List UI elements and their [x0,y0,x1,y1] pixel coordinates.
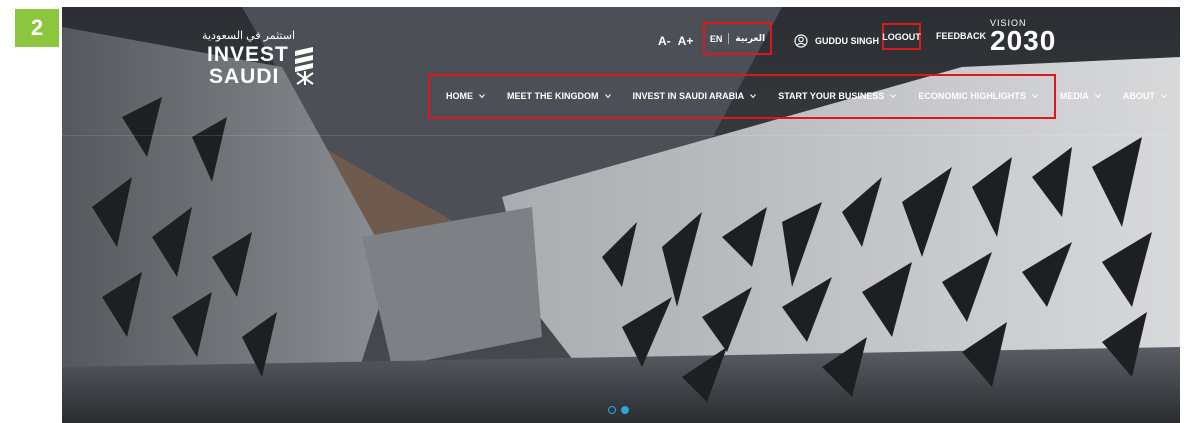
nav-item-economic-highlights[interactable]: ECONOMIC HIGHLIGHTS [918,91,1038,101]
chevron-down-icon [1160,94,1167,99]
nav-item-about[interactable]: ABOUT [1123,91,1167,101]
chevron-down-icon [890,94,897,99]
user-account[interactable]: GUDDU SINGH [794,31,879,51]
language-ar-button[interactable]: العربية [735,33,765,44]
invest-saudi-logo[interactable]: استثمر في السعودية INVEST SAUDI [202,29,317,99]
feedback-link[interactable]: FEEDBACK [936,31,986,51]
nav-item-home[interactable]: HOME [446,91,485,101]
chevron-down-icon [750,94,757,99]
chevron-down-icon [604,94,611,99]
nav-item-label: MEDIA [1059,91,1089,101]
carousel-dot-active[interactable] [621,406,629,414]
nav-item-label: MEET THE KINGDOM [507,91,599,101]
chevron-down-icon [1094,94,1101,99]
step-badge: 2 [15,9,59,47]
font-decrease-button[interactable]: A- [658,34,671,48]
logout-button[interactable]: LOGOUT [882,23,921,50]
logout-label: LOGOUT [882,31,921,42]
vision-2030-logo[interactable]: VISION 2030 [990,18,1056,64]
font-size-controls: A- A+ [658,31,693,51]
logo-line-2: SAUDI [209,65,280,88]
language-switcher: EN العربية [703,22,772,55]
chevron-down-icon [479,94,485,99]
chevron-down-icon [1031,94,1038,99]
user-icon [794,34,808,48]
carousel-indicators [608,406,629,414]
nav-item-invest-in-saudi-arabia[interactable]: INVEST IN SAUDI ARABIA [633,91,757,101]
nav-item-start-your-business[interactable]: START YOUR BUSINESS [778,91,897,101]
nav-item-label: ECONOMIC HIGHLIGHTS [918,91,1026,101]
main-nav: HOME MEET THE KINGDOM INVEST IN SAUDI AR… [446,86,1167,106]
language-divider [728,33,730,44]
header-divider [62,135,1180,136]
feedback-label: FEEDBACK [936,31,987,41]
invest-saudi-mark-icon [295,47,314,85]
nav-item-meet-the-kingdom[interactable]: MEET THE KINGDOM [507,91,611,101]
vision-year: 2030 [990,25,1057,56]
nav-item-label: ABOUT [1122,91,1155,101]
nav-item-label: INVEST IN SAUDI ARABIA [632,91,745,101]
carousel-dot[interactable] [608,406,616,414]
logo-line-1: INVEST [207,43,289,66]
nav-item-media[interactable]: MEDIA [1060,91,1101,101]
user-name: GUDDU SINGH [815,36,880,46]
website-hero: استثمر في السعودية INVEST SAUDI A- A+ EN… [62,7,1180,423]
nav-item-label: START YOUR BUSINESS [778,91,885,101]
language-en-button[interactable]: EN [710,34,723,44]
font-increase-button[interactable]: A+ [678,34,694,48]
logo-arabic-text: استثمر في السعودية [202,30,295,42]
nav-item-label: HOME [446,91,473,101]
